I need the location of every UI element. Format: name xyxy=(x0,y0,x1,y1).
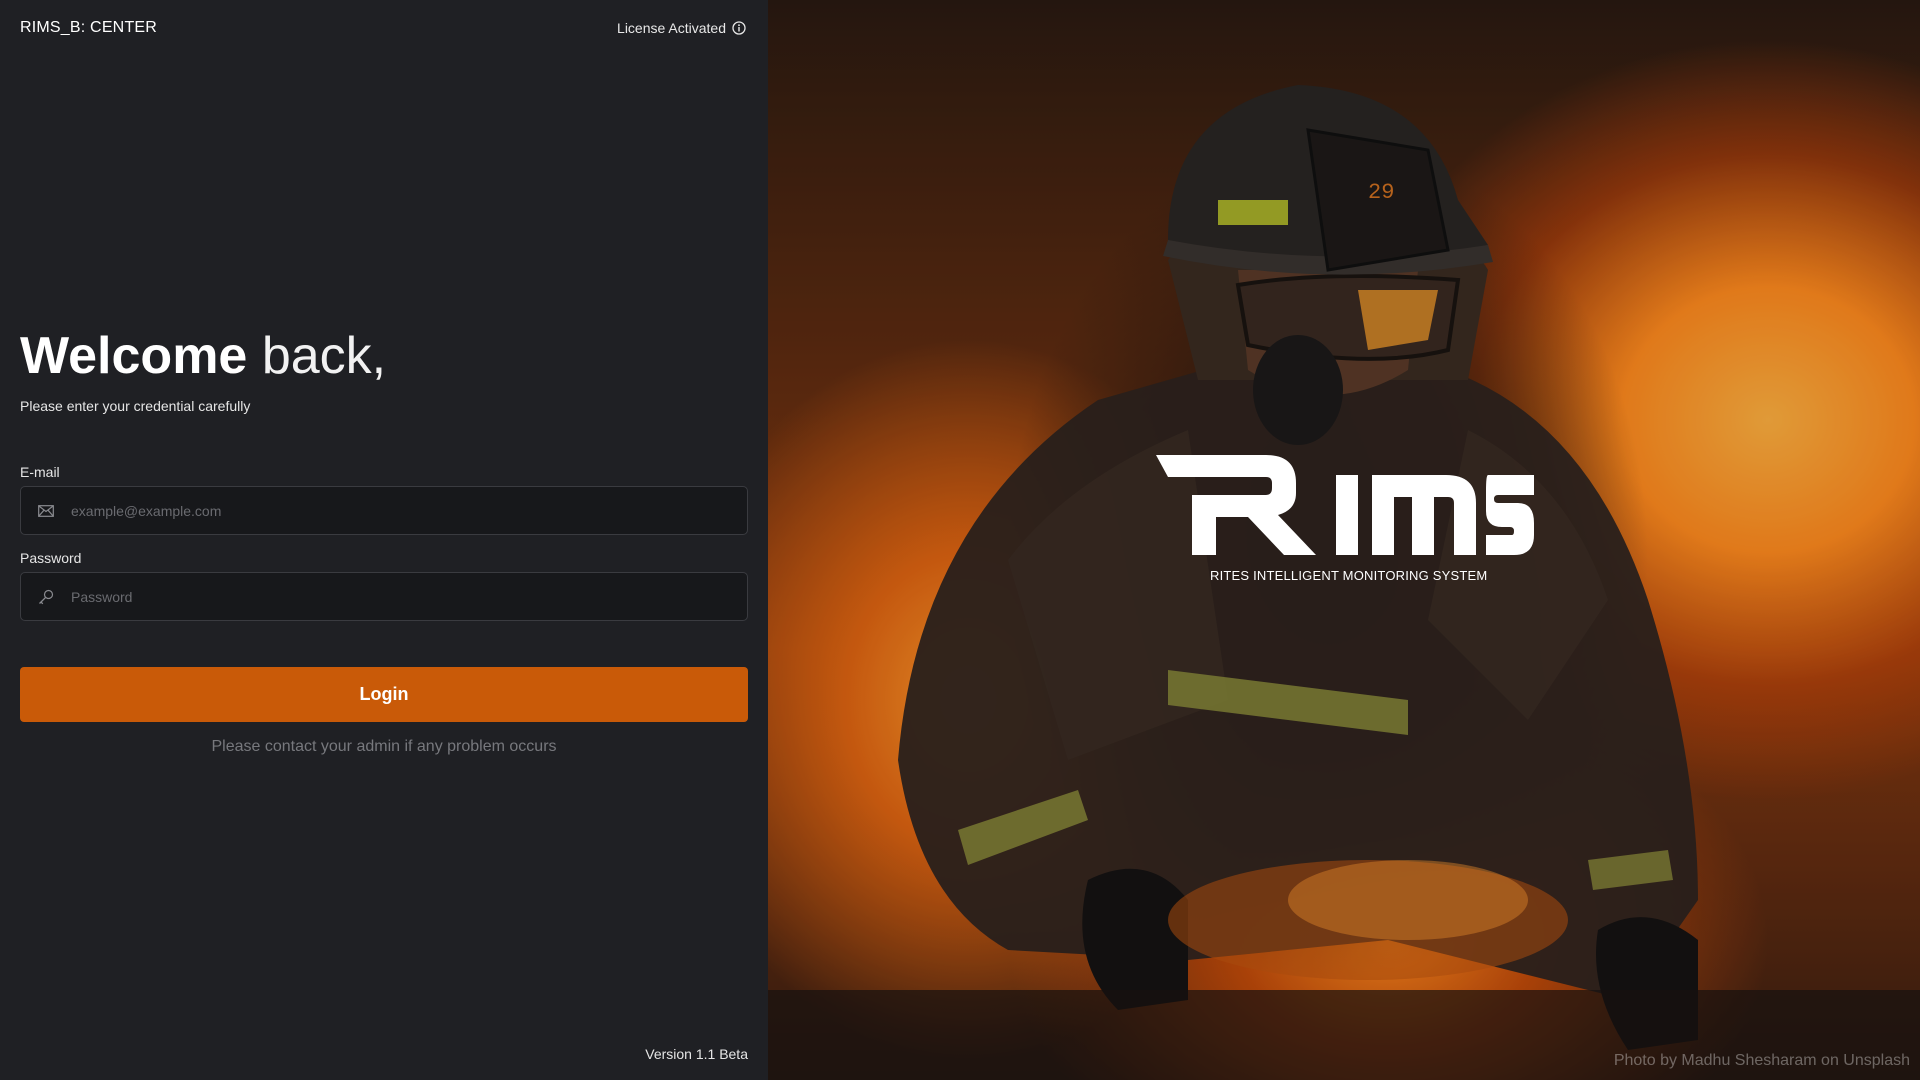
login-button[interactable]: Login xyxy=(20,667,748,722)
welcome-heading: Welcome back, xyxy=(20,322,386,390)
email-input[interactable] xyxy=(71,487,747,534)
rims-logo xyxy=(1156,455,1534,555)
email-field[interactable] xyxy=(20,486,748,535)
welcome-subtitle: Please enter your credential carefully xyxy=(20,398,251,414)
app-title: RIMS_B: CENTER xyxy=(20,19,158,36)
envelope-icon xyxy=(37,502,55,520)
password-field[interactable] xyxy=(20,572,748,621)
version-label: Version 1.1 Beta xyxy=(645,1046,748,1062)
password-input[interactable] xyxy=(71,573,747,620)
email-label: E-mail xyxy=(20,464,60,480)
license-status[interactable]: License Activated xyxy=(617,20,746,36)
license-label: License Activated xyxy=(617,20,726,36)
info-icon[interactable] xyxy=(732,21,746,35)
rims-tagline: RITES INTELLIGENT MONITORING SYSTEM xyxy=(1210,568,1488,583)
welcome-light: back, xyxy=(261,327,387,385)
login-panel: RIMS_B: CENTER License Activated Welcome… xyxy=(0,0,768,1080)
help-text: Please contact your admin if any problem… xyxy=(211,738,557,755)
key-icon xyxy=(37,588,55,606)
welcome-bold: Welcome xyxy=(20,327,248,385)
password-label: Password xyxy=(20,550,82,566)
photo-credit: Photo by Madhu Shesharam on Unsplash xyxy=(1613,1052,1910,1069)
